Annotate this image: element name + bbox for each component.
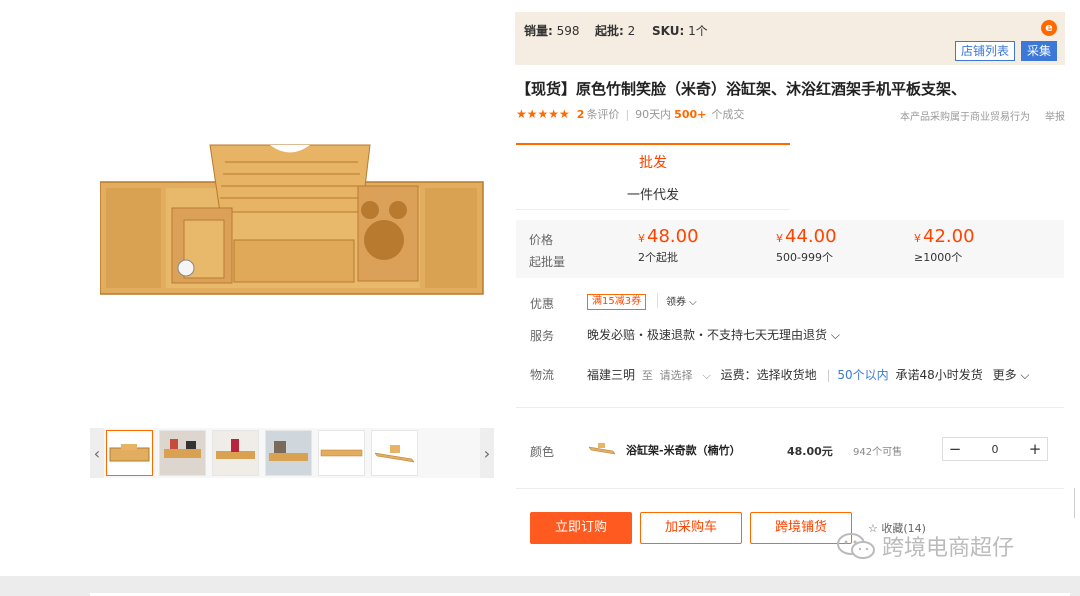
thumb-next-arrow[interactable]: ›: [480, 428, 494, 478]
thumbnail-4[interactable]: [265, 430, 312, 476]
price-tier-1: ¥48.00 2个起批: [638, 226, 699, 264]
chevron-down-icon[interactable]: ⌵: [703, 369, 711, 382]
moq-label: 起批量: [529, 255, 566, 269]
main-product-image: [100, 144, 484, 295]
service-text[interactable]: 晚发必赔・极速退款・不支持七天无理由退货 ⌵: [587, 326, 840, 343]
review-count[interactable]: 2: [577, 108, 585, 121]
thumbnail-5[interactable]: [318, 430, 365, 476]
scrollbar-edge: [1074, 488, 1080, 518]
sku-price: 48.00元: [787, 445, 833, 458]
more-link[interactable]: 更多 ⌵: [993, 368, 1030, 382]
logistics-row: 福建三明 至 请选择 ⌵ 运费：选择收货地 | 50个以内 承诺48小时发货 更…: [587, 366, 1030, 383]
rating-row: ★★★★★ 2 条评价 | 90天内 500+ 个成交: [516, 106, 744, 122]
store-list-button[interactable]: 店铺列表: [955, 41, 1015, 61]
color-label: 颜色: [530, 445, 555, 459]
ship-to-select[interactable]: 请选择: [660, 369, 693, 382]
add-to-cart-button[interactable]: 加采购车: [640, 512, 742, 544]
price-tier-2: ¥44.00 500-999个: [776, 226, 837, 264]
rating-stars-icon: ★★★★★: [516, 107, 570, 121]
min-order-stat: 起批: 2: [595, 24, 636, 38]
thumbnail-strip: ‹ ›: [90, 428, 494, 478]
wechat-icon: [837, 533, 875, 559]
watermark-text: 跨境电商超仔: [882, 536, 1015, 561]
report-link[interactable]: 举报: [1045, 108, 1065, 123]
ship-promise: 承诺48小时发货: [895, 368, 983, 382]
coupon-badge[interactable]: 满15减3券: [587, 294, 647, 310]
divider: [516, 488, 1064, 489]
collect-button[interactable]: 采集: [1021, 41, 1057, 61]
quantity-stepper: − +: [942, 437, 1048, 461]
get-coupon-link[interactable]: 领券 ⌵: [657, 293, 697, 308]
days-label: 90天内: [635, 108, 672, 121]
ship-from: 福建三明: [587, 368, 636, 382]
footer-band: [0, 576, 1080, 596]
product-page: ‹ › 销量: 598 起批: 2 SKU: 1个 e 店铺列表 采集 【现货】…: [0, 0, 1080, 596]
tab-dropship[interactable]: 一件代发: [516, 178, 790, 210]
thumbnail-1[interactable]: [106, 430, 153, 476]
deals-count: 500+: [674, 107, 707, 121]
product-title: 【现货】原色竹制笑脸（米奇）浴缸架、沐浴红酒架手机平板支架、: [516, 80, 967, 98]
price-label: 价格: [529, 233, 554, 247]
price-tier-3: ¥42.00 ≥1000个: [914, 226, 975, 264]
logistics-label: 物流: [530, 368, 555, 382]
thumbnail-6[interactable]: [371, 430, 418, 476]
thumb-prev-arrow[interactable]: ‹: [90, 428, 104, 478]
ship-to-label: 至: [641, 369, 653, 382]
business-note: 本产品采购属于商业贸易行为: [900, 112, 1030, 123]
plus-button[interactable]: +: [1023, 438, 1047, 460]
sku-name: 浴缸架-米奇款（楠竹）: [626, 444, 741, 457]
sales-stat: 销量: 598: [524, 24, 580, 38]
deals-label: 个成交: [711, 108, 745, 121]
tab-wholesale[interactable]: 批发: [516, 143, 790, 178]
logistics-separator: |: [826, 368, 831, 382]
sku-thumbnail: [588, 443, 616, 455]
plugin-logo-icon: e: [1041, 20, 1057, 36]
sku-stat: SKU: 1个: [652, 24, 708, 38]
info-bar: 销量: 598 起批: 2 SKU: 1个 e 店铺列表 采集: [515, 12, 1065, 65]
service-label: 服务: [530, 329, 555, 343]
price-block: 价格 起批量 ¥48.00 2个起批 ¥44.00 500-999个 ¥42.0…: [516, 220, 1064, 278]
minus-button[interactable]: −: [943, 438, 967, 460]
buy-now-button[interactable]: 立即订购: [530, 512, 632, 544]
sku-stock: 942个可售: [853, 447, 903, 458]
thumbnail-3[interactable]: [212, 430, 259, 476]
thumbnail-2[interactable]: [159, 430, 206, 476]
review-label[interactable]: 条评价: [586, 106, 619, 122]
quantity-input[interactable]: [967, 438, 1023, 460]
shipping-fee: 运费：选择收货地: [720, 368, 817, 382]
watermark: 跨境电商超仔: [836, 530, 1014, 562]
divider: [516, 407, 1064, 408]
rating-separator: |: [625, 107, 630, 121]
promo-label: 优惠: [530, 297, 555, 311]
ship-hint: 50个以内: [837, 368, 889, 382]
